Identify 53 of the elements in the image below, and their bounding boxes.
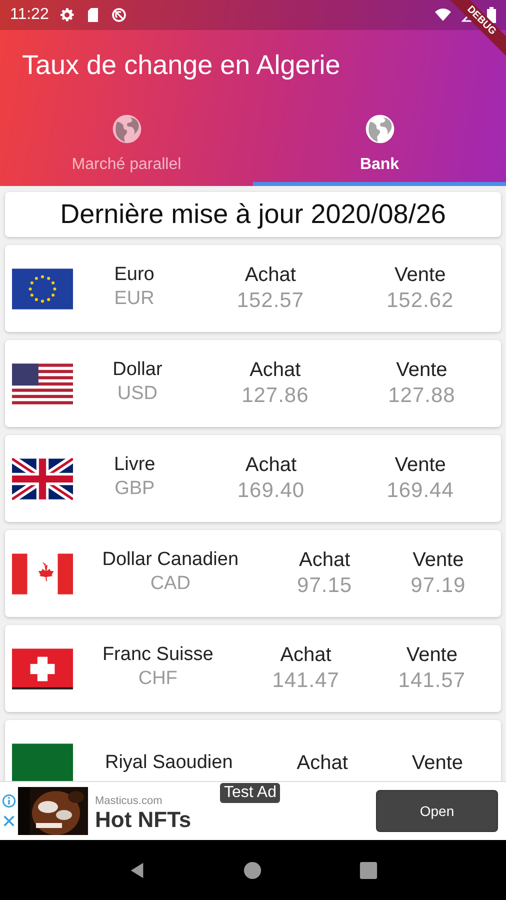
sell-label: Vente bbox=[396, 359, 448, 382]
currency-code: CAD bbox=[150, 573, 190, 595]
currency-name: Dollar bbox=[112, 359, 162, 381]
buy-rate: 127.86 bbox=[242, 384, 309, 408]
buy-label: Achat bbox=[280, 644, 332, 667]
buy-label: Achat bbox=[245, 454, 297, 477]
currency-name: Franc Suisse bbox=[102, 644, 214, 666]
sell-label: Vente bbox=[394, 454, 446, 477]
flag-icon bbox=[12, 552, 73, 594]
currency-name: Dollar Canadien bbox=[102, 549, 239, 571]
sell-rate: 152.62 bbox=[386, 289, 454, 313]
recents-icon[interactable] bbox=[358, 860, 378, 880]
no-sync-icon bbox=[110, 7, 127, 23]
currency-name: Riyal Saoudien bbox=[104, 752, 233, 774]
status-time: 11:22 bbox=[10, 6, 49, 24]
sell-label: Vente bbox=[412, 549, 464, 572]
buy-rate: 97.15 bbox=[297, 574, 352, 598]
advertiser-name: Masticus.com bbox=[95, 795, 164, 807]
flag-icon bbox=[12, 362, 73, 404]
currency-code: EUR bbox=[114, 288, 154, 310]
buy-rate: 141.47 bbox=[272, 669, 340, 693]
buy-rate: 152.57 bbox=[236, 289, 304, 313]
gear-icon bbox=[58, 7, 75, 23]
home-icon[interactable] bbox=[243, 860, 262, 880]
sell-label: Vente bbox=[406, 644, 458, 667]
sell-rate: 141.57 bbox=[398, 669, 466, 693]
open-button[interactable]: Open bbox=[376, 790, 498, 832]
test-ad-label: Test Ad bbox=[220, 783, 280, 803]
wifi-icon bbox=[435, 7, 451, 23]
sell-label: Vente bbox=[412, 752, 464, 775]
info-icon[interactable] bbox=[2, 794, 16, 808]
flag-icon bbox=[12, 268, 73, 310]
buy-label: Achat bbox=[244, 264, 296, 287]
sell-rate: 169.44 bbox=[386, 479, 454, 503]
sell-label: Vente bbox=[394, 264, 446, 287]
currency-code: USD bbox=[117, 383, 158, 405]
currency-name: Livre bbox=[114, 454, 156, 476]
battery-icon bbox=[487, 7, 496, 23]
currency-code: GBP bbox=[114, 478, 155, 500]
close-icon[interactable] bbox=[2, 814, 16, 828]
currency-code: CHF bbox=[138, 668, 178, 690]
buy-label: Achat bbox=[250, 359, 301, 382]
buy-label: Achat bbox=[296, 752, 348, 775]
ad-headline: Hot NFTs bbox=[95, 807, 192, 833]
currency-name: Euro bbox=[114, 264, 154, 286]
flag-icon bbox=[12, 648, 73, 690]
last-update-banner: Dernière mise à jour 2020/08/26 bbox=[5, 192, 501, 237]
flag-icon bbox=[12, 458, 73, 500]
tab[interactable]: Bank bbox=[253, 108, 506, 186]
buy-label: Achat bbox=[299, 549, 350, 572]
sell-rate: 127.88 bbox=[388, 384, 456, 408]
sell-rate: 97.19 bbox=[410, 574, 466, 598]
buy-rate: 169.40 bbox=[237, 479, 305, 503]
